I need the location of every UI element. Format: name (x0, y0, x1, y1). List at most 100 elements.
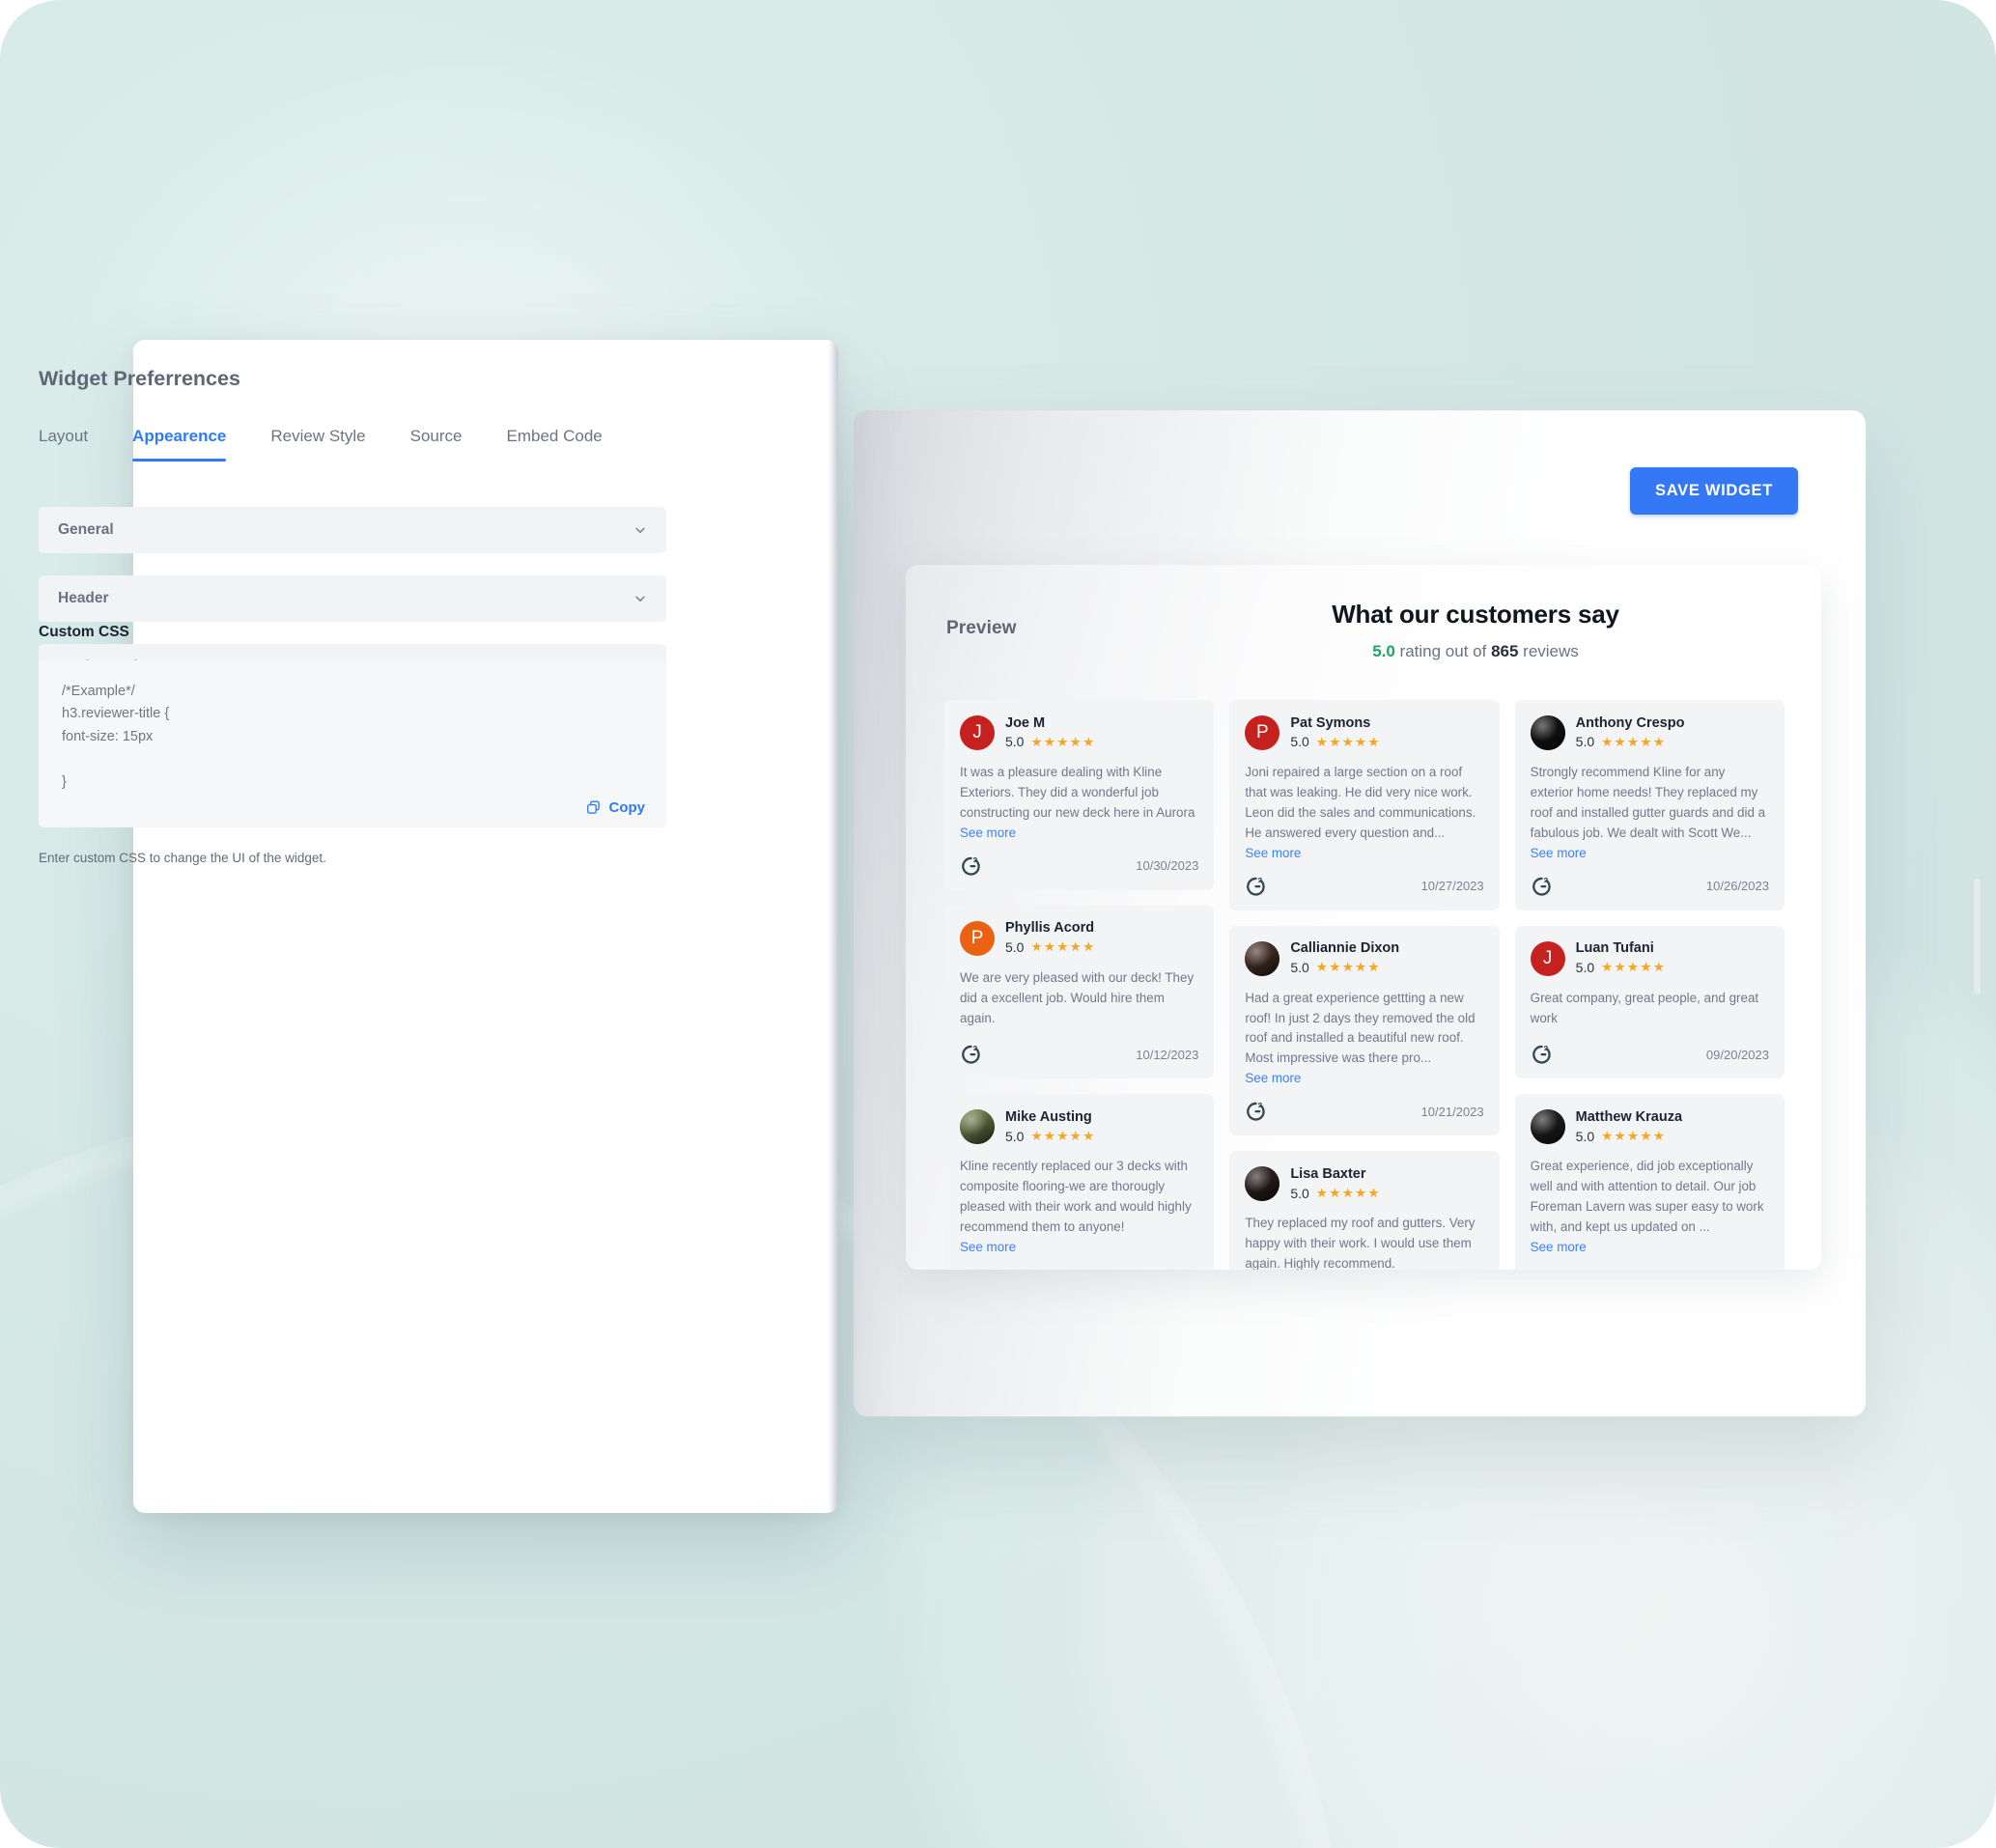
see-more-link[interactable]: See more (1531, 846, 1769, 860)
rating-row: 5.0 ★★★★★ (1290, 734, 1380, 749)
widget-rating-value: 5.0 (1372, 642, 1395, 660)
review-footer: 10/12/2023 (960, 1044, 1198, 1065)
rating-score: 5.0 (1290, 960, 1309, 976)
reviewer-name: Mike Austing (1005, 1108, 1092, 1125)
review-card: Anthony Crespo 5.0 ★★★★★ Strongly recommend… (1514, 700, 1785, 910)
see-more-link[interactable]: See more (1245, 1071, 1483, 1085)
avatar: P (1245, 715, 1280, 750)
reviewer-name: Joe M (1005, 714, 1046, 731)
star-rating-icon: ★★★★★ (1315, 960, 1381, 975)
reviewer-name: Luan Tufani (1575, 940, 1654, 957)
widget-subtitle-middle: rating out of (1394, 642, 1492, 660)
tab-appearence[interactable]: Appearence (132, 427, 227, 462)
rating-row: 5.0 ★★★★★ (1005, 1129, 1095, 1144)
review-header: Mike Austing 5.0 ★★★★★ (960, 1108, 1198, 1145)
review-card: Lisa Baxter 5.0 ★★★★★ They replaced my roof… (1229, 1151, 1500, 1270)
review-meta: Calliannie Dixon 5.0 ★★★★★ (1290, 940, 1400, 976)
avatar: P (960, 920, 995, 956)
review-meta: Matthew Krauza 5.0 ★★★★★ (1575, 1108, 1683, 1144)
panel-scrollbar[interactable] (1974, 135, 1981, 1780)
review-card: J Joe M 5.0 ★★★★★ It was a pleasure dealing … (944, 700, 1215, 890)
panel-scrollbar-thumb[interactable] (1974, 879, 1981, 994)
review-meta: Joe M 5.0 ★★★★★ (1005, 714, 1095, 750)
reviewer-name: Phyllis Acord (1005, 920, 1095, 937)
review-header: Anthony Crespo 5.0 ★★★★★ (1530, 714, 1769, 750)
review-footer: 10/30/2023 (960, 855, 1198, 877)
review-footer: 10/26/2023 (1531, 876, 1769, 897)
custom-css-input[interactable] (39, 660, 666, 826)
save-widget-button[interactable]: SAVE WIDGET (1630, 467, 1798, 515)
reviewer-name: Pat Symons (1290, 714, 1371, 731)
star-rating-icon: ★★★★★ (1315, 1185, 1381, 1200)
review-footer: 09/20/2023 (1531, 1044, 1769, 1065)
review-header: Matthew Krauza 5.0 ★★★★★ (1530, 1108, 1769, 1145)
rating-score: 5.0 (1005, 939, 1025, 956)
review-meta: Anthony Crespo 5.0 ★★★★★ (1575, 714, 1685, 750)
widget-header: What our customers say 5.0 rating out of… (1205, 600, 1746, 661)
rating-score: 5.0 (1575, 734, 1595, 750)
copy-button-label: Copy (608, 799, 646, 816)
tab-bar: Layout Appearence Review Style Source Embed … (39, 427, 647, 462)
widget-title: What our customers say (1332, 600, 1619, 629)
review-meta: Mike Austing 5.0 ★★★★★ (1005, 1108, 1095, 1144)
rating-score: 5.0 (1005, 1128, 1025, 1144)
preview-card: Preview What our customers say 5.0 ratin… (906, 565, 1821, 1270)
rating-score: 5.0 (1290, 734, 1309, 750)
review-meta: Pat Symons 5.0 ★★★★★ (1290, 714, 1380, 750)
review-text: Strongly recommend Kline for any exterio… (1530, 765, 1766, 840)
review-card: P Phyllis Acord 5.0 ★★★★★ We are very please… (944, 905, 1215, 1079)
preview-label: Preview (946, 618, 1017, 638)
review-meta: Lisa Baxter 5.0 ★★★★★ (1290, 1165, 1380, 1201)
review-text: Great company, great people, and great w… (1530, 990, 1759, 1025)
accordion-header[interactable]: Header (39, 575, 666, 622)
review-card: P Pat Symons 5.0 ★★★★★ Joni repaired a large… (1229, 700, 1500, 910)
review-date: 10/26/2023 (1705, 879, 1769, 894)
review-card: Mike Austing 5.0 ★★★★★ Kline recently repla… (944, 1094, 1215, 1270)
avatar: J (960, 715, 995, 750)
g2-icon (1531, 876, 1552, 897)
widget-subtitle: 5.0 rating out of 865 reviews (1205, 642, 1746, 661)
see-more-link[interactable]: See more (1245, 846, 1483, 860)
chevron-down-icon (633, 592, 647, 605)
copy-button[interactable]: Copy (585, 799, 646, 816)
review-text: Had a great experience gettting a new ro… (1245, 990, 1476, 1066)
app-window: SAVE WIDGET Preview What our customers s… (854, 410, 1866, 1416)
tab-embed-code[interactable]: Embed Code (507, 427, 603, 462)
widget-review-count: 865 (1491, 642, 1519, 660)
custom-css-editor: Copy (39, 660, 666, 831)
widget-subtitle-suffix: reviews (1518, 642, 1579, 660)
reviewer-name: Anthony Crespo (1575, 714, 1685, 731)
reviewer-name: Calliannie Dixon (1290, 940, 1400, 957)
review-footer: 10/27/2023 (1245, 876, 1484, 897)
g2-icon (960, 1044, 981, 1065)
rating-score: 5.0 (1005, 734, 1025, 750)
accordion-general[interactable]: General (39, 507, 666, 553)
review-meta: Phyllis Acord 5.0 ★★★★★ (1005, 920, 1095, 956)
review-text: Great experience, did job exceptionally … (1530, 1159, 1764, 1235)
tab-layout[interactable]: Layout (39, 427, 88, 462)
rating-score: 5.0 (1575, 1128, 1595, 1144)
app-toolbar: SAVE WIDGET (854, 410, 1866, 538)
review-card: Matthew Krauza 5.0 ★★★★★ Great experience, … (1514, 1094, 1785, 1270)
avatar (1245, 1166, 1280, 1202)
review-header: Calliannie Dixon 5.0 ★★★★★ (1245, 940, 1483, 976)
review-text: Kline recently replaced our 3 decks with… (960, 1159, 1192, 1235)
page-background: SAVE WIDGET Preview What our customers s… (0, 0, 1996, 1848)
tab-source[interactable]: Source (410, 427, 463, 462)
reviewer-name: Matthew Krauza (1575, 1108, 1683, 1125)
review-date: 10/12/2023 (1136, 1047, 1199, 1062)
chevron-down-icon (633, 523, 647, 537)
page-title: Widget Preferrences (39, 367, 240, 390)
star-rating-icon: ★★★★★ (1601, 1129, 1667, 1144)
see-more-link[interactable]: See more (960, 1240, 1198, 1254)
see-more-link[interactable]: See more (1531, 1240, 1769, 1254)
see-more-link[interactable]: See more (960, 826, 1198, 840)
rating-row: 5.0 ★★★★★ (1290, 1186, 1380, 1201)
review-text: They replaced my roof and gutters. Very … (1245, 1216, 1476, 1270)
accordion-label: Header (58, 590, 109, 606)
review-header: Lisa Baxter 5.0 ★★★★★ (1245, 1165, 1483, 1202)
review-date: 09/20/2023 (1705, 1047, 1769, 1062)
tab-review-style[interactable]: Review Style (270, 427, 365, 462)
reviewer-name: Lisa Baxter (1290, 1165, 1366, 1182)
rating-row: 5.0 ★★★★★ (1576, 1129, 1682, 1144)
